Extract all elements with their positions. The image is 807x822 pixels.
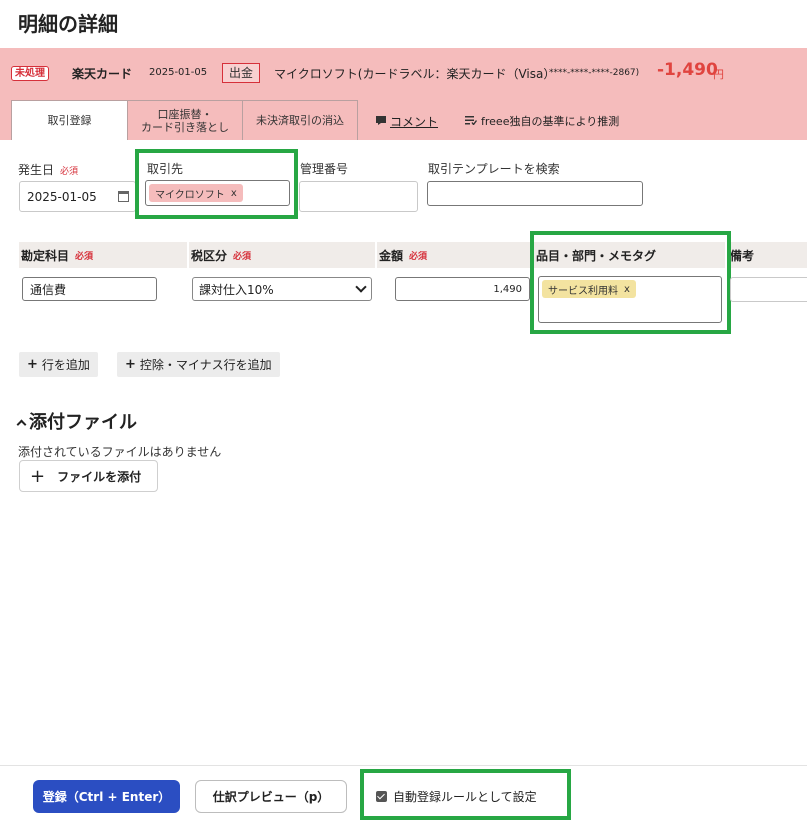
tab-bar: 取引登録 口座振替・ カード引き落とし 未決済取引の消込 コメント freee独… (0, 100, 807, 140)
currency-unit: 円 (713, 68, 724, 81)
template-search-label: 取引テンプレートを検索 (428, 162, 560, 176)
account-input[interactable]: 通信費 (22, 277, 157, 301)
transaction-amount: -1,490 (657, 60, 718, 80)
transaction-header: 未処理 楽天カード 2025-01-05 出金 マイクロソフト(カードラベル：楽… (0, 48, 807, 140)
col-header-amount: 金額 必須 (377, 242, 531, 268)
plus-icon: + (30, 465, 46, 487)
chevron-up-icon (16, 419, 27, 429)
attach-file-button[interactable]: + ファイルを添付 (19, 460, 158, 492)
highlight-partner (135, 149, 298, 219)
highlight-items (530, 231, 731, 334)
comment-link-label: コメント (390, 115, 439, 129)
tab-register-transaction[interactable]: 取引登録 (11, 100, 128, 140)
list-check-icon (465, 115, 478, 128)
card-number: ****-****-****-2867) (549, 68, 640, 78)
journal-preview-button[interactable]: 仕訳プレビュー（p） (195, 780, 347, 813)
date-input[interactable]: 2025-01-05 (19, 181, 136, 212)
comment-icon (376, 115, 386, 128)
plus-icon: + (27, 357, 38, 372)
tab-label: 未決済取引の消込 (256, 114, 344, 127)
tab-label: 取引登録 (47, 114, 92, 127)
add-deduction-row-button[interactable]: + 控除・マイナス行を追加 (117, 352, 280, 377)
amount-input[interactable]: 1,490 (395, 277, 530, 301)
plus-icon: + (125, 357, 136, 372)
tab-label-line2: カード引き落とし (141, 120, 229, 134)
management-number-label: 管理番号 (300, 162, 349, 176)
no-attachments-text: 添付されているファイルはありません (18, 445, 222, 459)
date-label: 発生日 必須 (18, 163, 79, 177)
estimate-info: freee独自の基準により推測 (465, 113, 619, 129)
transaction-summary: 未処理 楽天カード 2025-01-05 出金 マイクロソフト(カードラベル：楽… (0, 48, 807, 96)
transaction-date: 2025-01-05 (149, 67, 208, 78)
col-header-account: 勘定科目 必須 (19, 242, 187, 268)
required-mark: 必須 (60, 167, 79, 177)
template-search-input[interactable] (427, 181, 643, 206)
highlight-auto-rule (360, 769, 571, 820)
col-header-tax: 税区分 必須 (189, 242, 375, 268)
footer-bar: 登録（Ctrl + Enter） 仕訳プレビュー（p） 自動登録ルールとして設定 (0, 765, 807, 822)
tab-label-line1: 口座振替・ (157, 107, 213, 121)
register-button[interactable]: 登録（Ctrl + Enter） (33, 780, 180, 813)
calendar-icon[interactable] (118, 191, 129, 202)
management-number-input[interactable] (299, 181, 418, 212)
card-name: 楽天カード (72, 67, 133, 81)
transaction-type-badge: 出金 (222, 63, 261, 83)
page-title: 明細の詳細 (18, 12, 118, 36)
tax-select[interactable]: 課対仕入10% (192, 277, 372, 301)
attachments-title: 添付ファイル (29, 412, 137, 433)
date-value: 2025-01-05 (27, 189, 97, 204)
status-badge: 未処理 (11, 66, 49, 81)
attachments-toggle[interactable]: 添付ファイル (16, 408, 137, 434)
comment-link[interactable]: コメント (376, 113, 438, 130)
add-row-button[interactable]: + 行を追加 (19, 352, 98, 377)
tab-account-transfer[interactable]: 口座振替・ カード引き落とし (127, 100, 243, 140)
transaction-description: マイクロソフト(カードラベル：楽天カード（Visa） (274, 67, 556, 81)
note-input[interactable] (730, 277, 807, 302)
tab-unsettled-reconcile[interactable]: 未決済取引の消込 (242, 100, 358, 140)
col-header-note: 備考 (728, 242, 807, 268)
estimate-label: freee独自の基準により推測 (481, 115, 620, 128)
chevron-down-icon (355, 281, 367, 293)
